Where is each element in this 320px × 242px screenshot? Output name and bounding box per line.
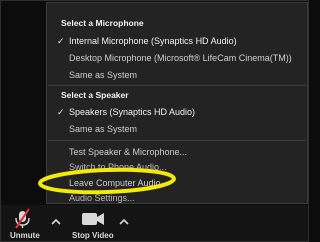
video-camera-icon bbox=[82, 213, 104, 225]
microphone-muted-icon bbox=[15, 208, 30, 229]
unmute-label: Unmute bbox=[10, 231, 40, 240]
chevron-up-icon[interactable] bbox=[118, 217, 130, 225]
unmute-button[interactable]: Unmute bbox=[6, 207, 40, 241]
stop-video-button[interactable]: Stop Video bbox=[72, 207, 118, 241]
stop-video-label: Stop Video bbox=[72, 231, 114, 240]
meeting-toolbar: Unmute Stop Video bbox=[0, 205, 309, 242]
chevron-up-icon[interactable] bbox=[50, 217, 62, 225]
